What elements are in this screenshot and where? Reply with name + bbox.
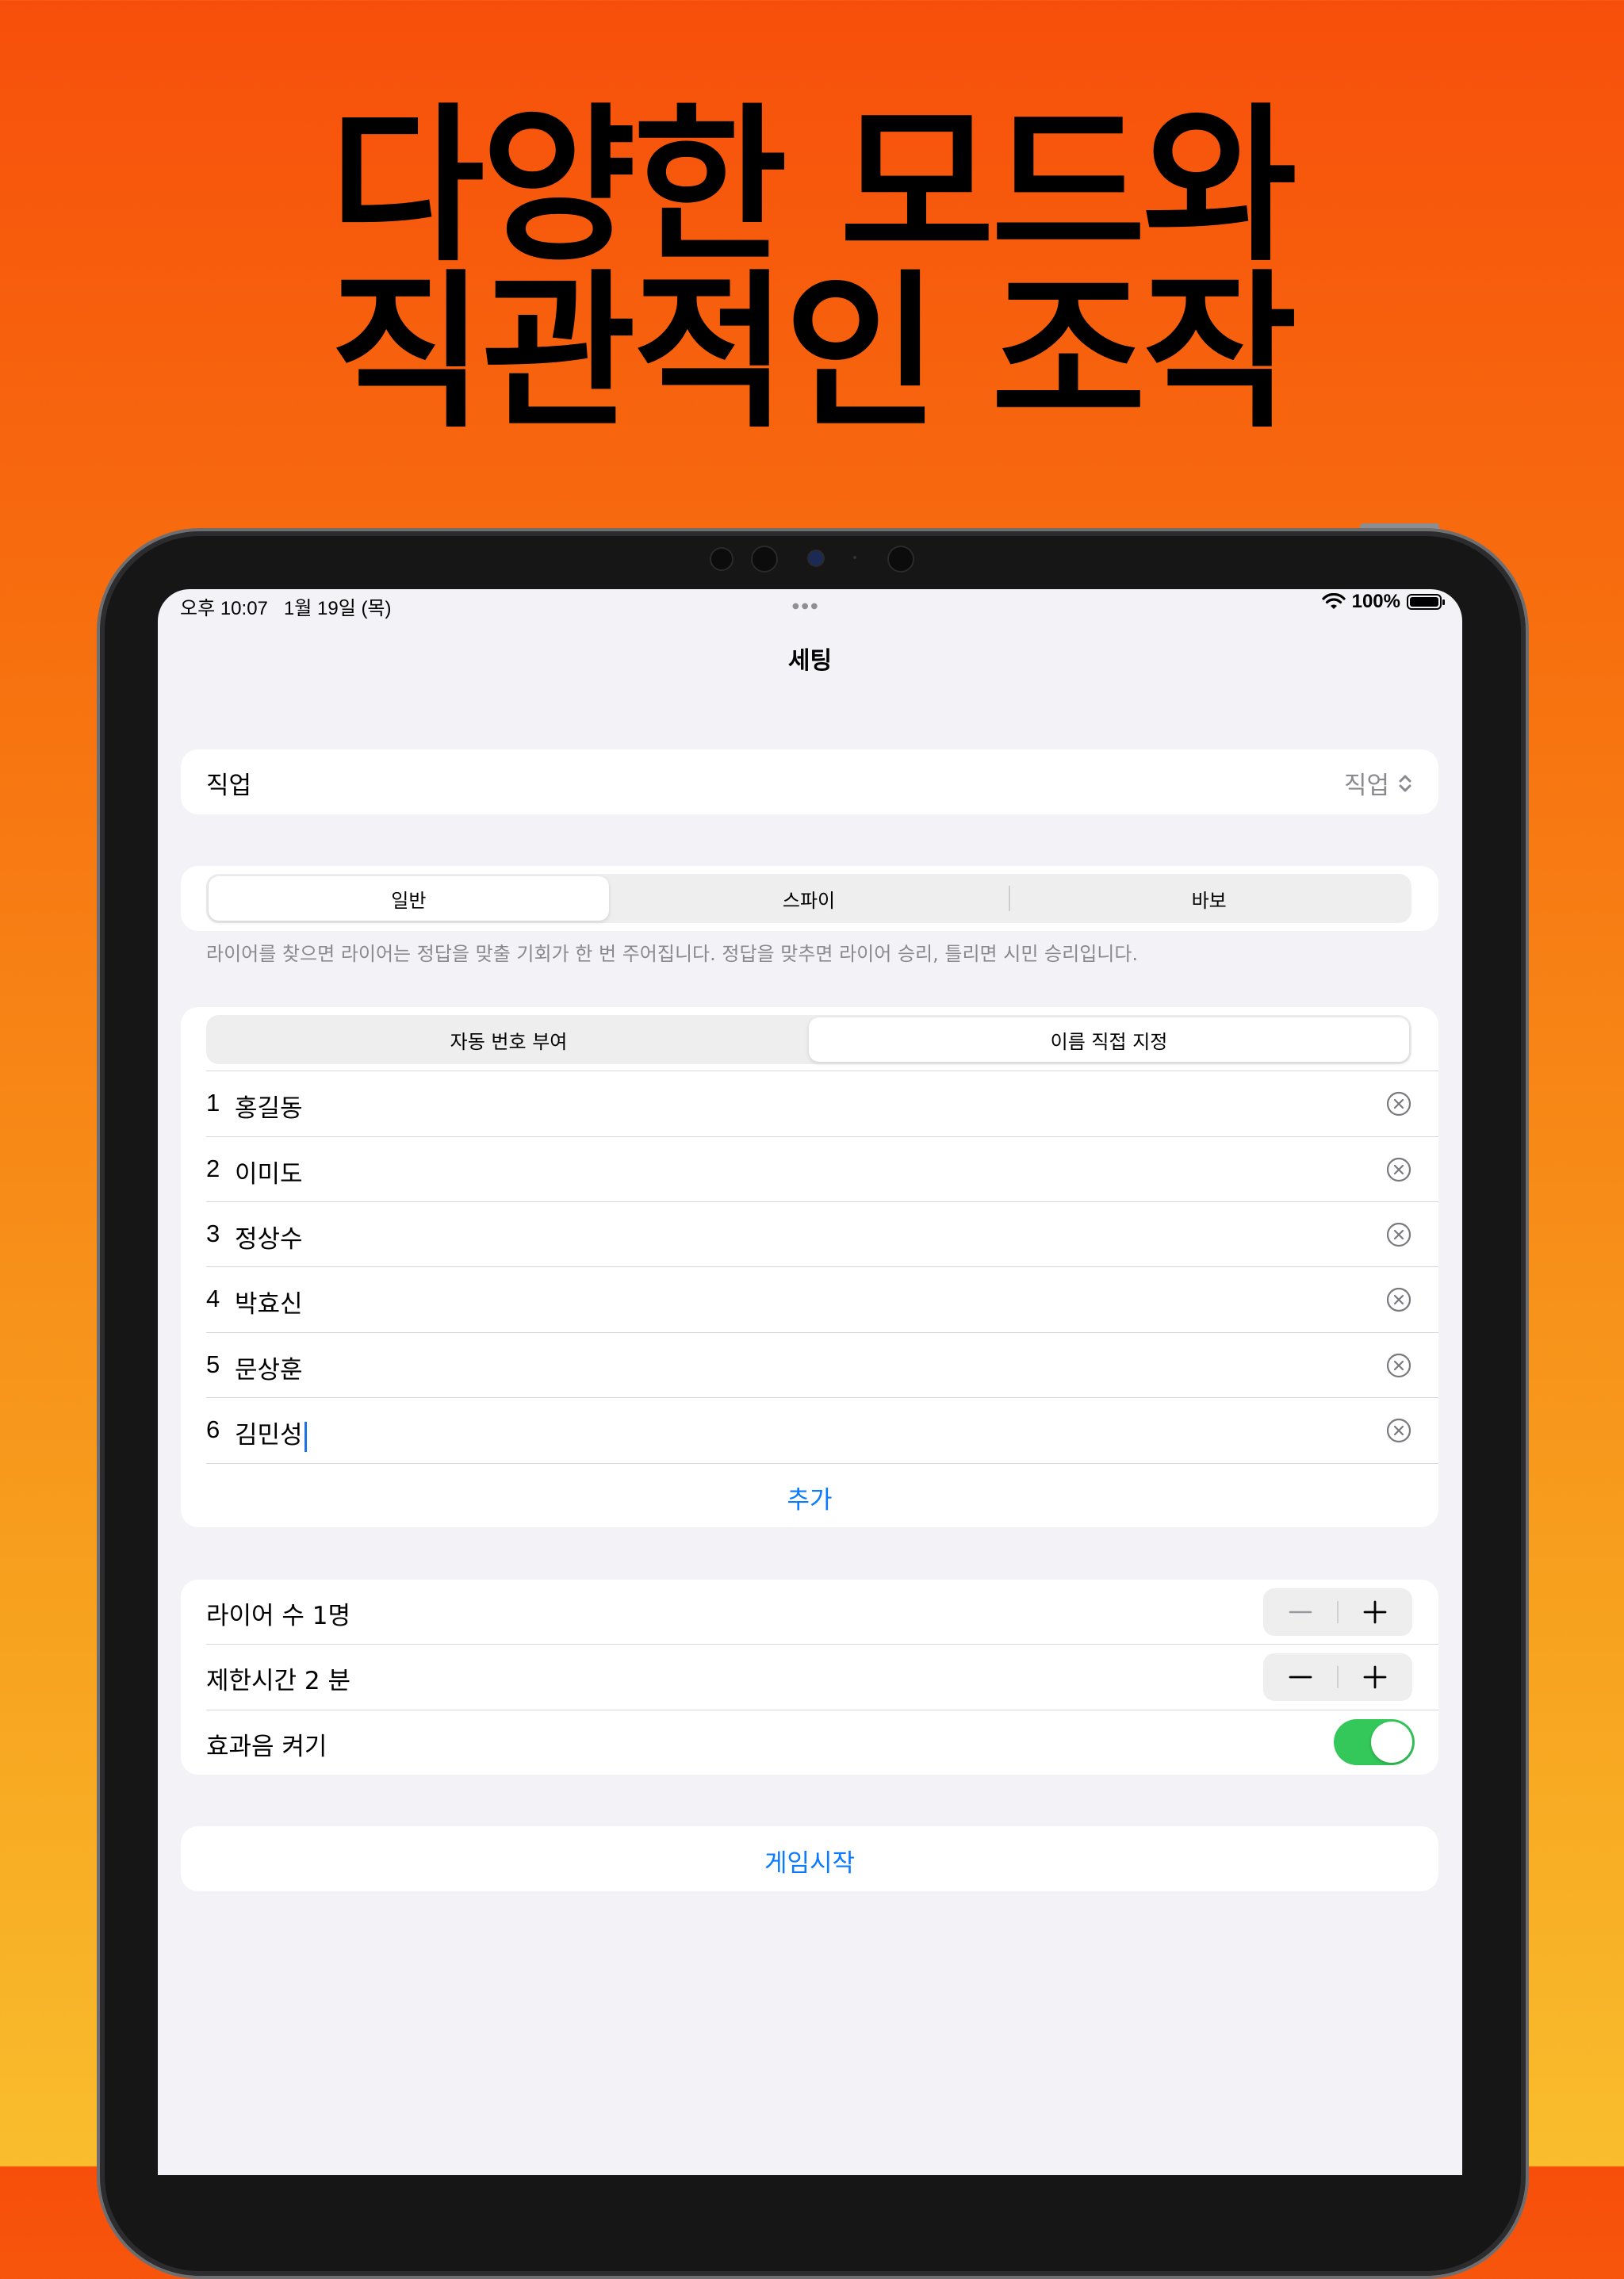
player-number: 6 bbox=[206, 1415, 220, 1443]
player-row[interactable]: 5 문상훈 bbox=[181, 1333, 1438, 1398]
player-number: 4 bbox=[206, 1285, 220, 1312]
mode-description: 라이어를 찾으면 라이어는 정답을 맞출 기회가 한 번 주어집니다. 정답을 … bbox=[206, 943, 1139, 965]
decrement-button[interactable] bbox=[1263, 1653, 1338, 1701]
job-value: 직업 bbox=[1343, 772, 1389, 800]
player-row[interactable]: 3 정상수 bbox=[181, 1202, 1438, 1267]
players-card: 자동 번호 부여 이름 직접 지정 1 홍길동 2 이미도 3 정상수 4 박효… bbox=[181, 1007, 1438, 1527]
sensor-icon bbox=[710, 547, 733, 571]
clear-icon[interactable] bbox=[1386, 1091, 1411, 1117]
camera-icon bbox=[807, 550, 825, 567]
increment-button[interactable] bbox=[1338, 1653, 1412, 1701]
mode-card: 일반 스파이 바보 bbox=[181, 866, 1438, 931]
clear-icon[interactable] bbox=[1386, 1353, 1411, 1378]
mode-option-general[interactable]: 일반 bbox=[209, 876, 609, 921]
page-title: 세팅 bbox=[787, 647, 833, 675]
app-screen: 오후 10:07 1월 19일 (목) ●●● 100% 세팅 직업 직업 일반… bbox=[158, 589, 1462, 2175]
mode-segmented-control[interactable]: 일반 스파이 바보 bbox=[206, 874, 1411, 923]
player-row[interactable]: 2 이미도 bbox=[181, 1137, 1438, 1202]
status-time-date: 오후 10:07 1월 19일 (목) bbox=[180, 592, 392, 620]
sensor-dot bbox=[853, 556, 856, 559]
player-number: 2 bbox=[206, 1155, 220, 1182]
start-game-card: 게임시작 bbox=[181, 1826, 1438, 1891]
headline-line-1: 다양한 모드와 bbox=[329, 88, 1297, 284]
mode-option-spy[interactable]: 스파이 bbox=[609, 876, 1009, 921]
headline: 다양한 모드와 직관적인 조작 bbox=[0, 88, 1624, 450]
status-date: 1월 19일 (목) bbox=[283, 598, 392, 619]
chevron-updown-icon bbox=[1399, 775, 1411, 791]
plus-icon bbox=[1363, 1600, 1387, 1624]
player-row[interactable]: 6 김민성 bbox=[181, 1398, 1438, 1463]
player-name-field[interactable]: 박효신 bbox=[235, 1284, 303, 1320]
player-row[interactable]: 1 홍길동 bbox=[181, 1071, 1438, 1136]
divider bbox=[206, 1463, 1438, 1464]
headline-line-2: 직관적인 조작 bbox=[329, 255, 1297, 450]
sensor-icon bbox=[887, 546, 914, 573]
wifi-icon bbox=[1322, 593, 1346, 609]
mode-option-fool[interactable]: 바보 bbox=[1009, 876, 1409, 921]
clear-icon[interactable] bbox=[1386, 1222, 1411, 1247]
job-label: 직업 bbox=[206, 772, 252, 800]
liar-count-stepper[interactable] bbox=[1263, 1588, 1412, 1636]
clear-icon[interactable] bbox=[1386, 1287, 1411, 1312]
liar-count-label: 라이어 수 1명 bbox=[206, 1602, 351, 1630]
settings-card: 라이어 수 1명 제한시간 2 분 효과음 켜기 bbox=[181, 1580, 1438, 1775]
clear-icon[interactable] bbox=[1386, 1157, 1411, 1182]
clear-icon[interactable] bbox=[1386, 1418, 1411, 1443]
increment-button[interactable] bbox=[1338, 1588, 1412, 1636]
start-game-button[interactable]: 게임시작 bbox=[181, 1843, 1438, 1879]
player-name-field[interactable]: 김민성 bbox=[235, 1415, 307, 1452]
player-name-field[interactable]: 문상훈 bbox=[235, 1350, 303, 1385]
sound-toggle[interactable] bbox=[1334, 1719, 1415, 1765]
sound-label: 효과음 켜기 bbox=[206, 1733, 327, 1761]
status-time: 오후 10:07 bbox=[180, 598, 268, 619]
time-limit-label: 제한시간 2 분 bbox=[206, 1667, 351, 1695]
add-player-button[interactable]: 추가 bbox=[181, 1480, 1438, 1515]
multitasking-dots-icon[interactable]: ●●● bbox=[792, 602, 820, 611]
battery-percent: 100% bbox=[1351, 591, 1400, 612]
minus-icon bbox=[1289, 1676, 1312, 1679]
player-name-text: 김민성 bbox=[235, 1421, 303, 1450]
player-number: 5 bbox=[206, 1350, 220, 1378]
player-number: 1 bbox=[206, 1089, 220, 1117]
naming-option-custom[interactable]: 이름 직접 지정 bbox=[809, 1017, 1409, 1062]
battery-icon bbox=[1407, 594, 1445, 610]
text-cursor bbox=[304, 1421, 307, 1452]
naming-option-auto[interactable]: 자동 번호 부여 bbox=[209, 1017, 809, 1062]
status-right: 100% bbox=[1322, 591, 1445, 613]
time-limit-stepper[interactable] bbox=[1263, 1653, 1412, 1701]
player-name-field[interactable]: 정상수 bbox=[235, 1219, 303, 1254]
player-number: 3 bbox=[206, 1220, 220, 1247]
job-picker-row[interactable]: 직업 직업 bbox=[181, 749, 1438, 814]
status-bar: 오후 10:07 1월 19일 (목) ●●● 100% bbox=[158, 591, 1462, 619]
sensor-icon bbox=[751, 546, 778, 573]
minus-icon bbox=[1289, 1611, 1312, 1614]
plus-icon bbox=[1363, 1665, 1387, 1689]
player-name-field[interactable]: 홍길동 bbox=[235, 1088, 303, 1124]
player-row[interactable]: 4 박효신 bbox=[181, 1267, 1438, 1332]
toggle-knob bbox=[1371, 1722, 1412, 1763]
divider bbox=[206, 1644, 1438, 1645]
player-name-field[interactable]: 이미도 bbox=[235, 1154, 303, 1189]
naming-segmented-control[interactable]: 자동 번호 부여 이름 직접 지정 bbox=[206, 1015, 1411, 1064]
job-picker[interactable]: 직업 bbox=[1344, 765, 1413, 801]
decrement-button[interactable] bbox=[1263, 1588, 1338, 1636]
